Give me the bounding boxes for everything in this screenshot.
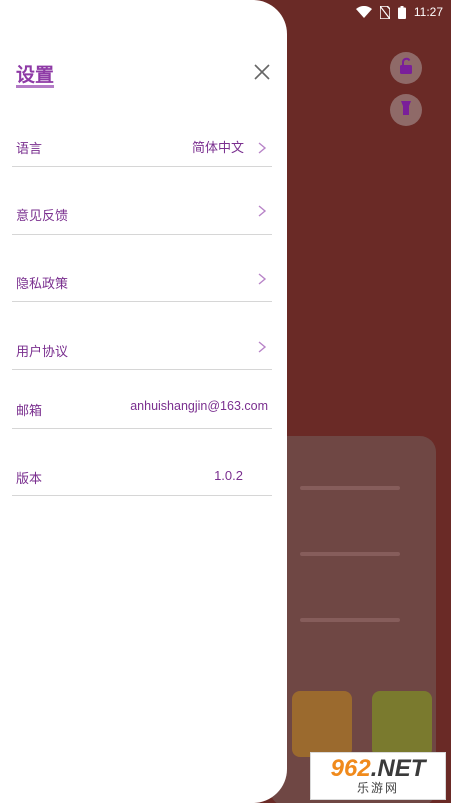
language-value: 简体中文 [191,141,244,156]
wifi-icon [355,6,372,18]
chevron-right-icon [256,271,268,285]
email-value: anhuishangjin@163.com [130,399,268,413]
background-line [300,552,400,556]
settings-drawer: 设置 语言 简体中文 意见反馈 隐私政策 用户协议 邮箱 anhuishangj… [0,0,287,803]
close-button[interactable] [250,62,274,86]
settings-item-label: 邮箱 [16,404,43,419]
watermark-number: 962 [330,755,371,782]
settings-item-privacy-policy[interactable]: 隐私政策 [12,235,272,302]
settings-item-feedback[interactable]: 意见反馈 [12,168,272,235]
screen: 11:27 设置 语言 简体中文 意见反馈 隐私政策 用户协议 邮箱 anhui… [0,0,451,803]
settings-item-label: 语言 [16,142,43,157]
lock-open-icon [397,57,415,79]
watermark-subtitle: 乐游网 [356,781,399,795]
settings-item-label: 版本 [16,472,43,487]
close-icon [254,64,270,84]
status-bar: 11:27 [355,0,451,24]
background-line [300,618,400,622]
chevron-right-icon [256,339,268,353]
watermark-suffix: .NET [370,755,426,782]
watermark-logo: 962.NET 乐游网 [310,752,446,800]
chevron-right-icon [256,203,268,217]
settings-item-label: 隐私政策 [16,277,69,292]
page-title: 设置 [16,64,55,86]
status-time: 11:27 [413,5,443,19]
battery-icon [397,5,406,19]
flashlight-button[interactable] [390,94,422,126]
background-tile[interactable] [372,691,432,757]
chevron-right-icon [256,140,268,154]
background-line [300,486,400,490]
settings-item-email: 邮箱 anhuishangjin@163.com [12,370,272,429]
settings-item-label: 意见反馈 [16,209,69,224]
settings-item-user-agreement[interactable]: 用户协议 [12,303,272,370]
settings-item-language[interactable]: 语言 简体中文 [12,100,272,167]
settings-item-version: 版本 1.0.2 [12,429,272,496]
version-value: 1.0.2 [214,468,243,483]
flashlight-icon [397,99,415,121]
lock-open-button[interactable] [390,52,422,84]
no-sim-icon [379,5,390,19]
background-tile[interactable] [292,691,352,757]
settings-item-label: 用户协议 [16,345,69,360]
